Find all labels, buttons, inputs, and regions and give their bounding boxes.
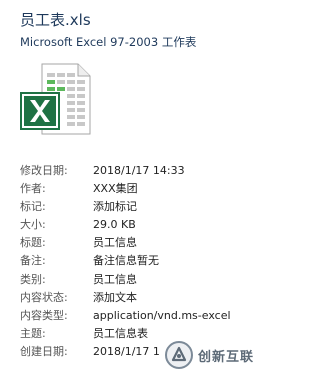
property-label: 主题: — [20, 326, 46, 340]
file-type: Microsoft Excel 97-2003 工作表 — [20, 35, 197, 49]
file-details-pane: 员工表.xls Microsoft Excel 97-2003 工作表 修改日期… — [0, 0, 262, 374]
watermark: 创新互联 — [164, 340, 260, 370]
property-value: 29.0 KB — [93, 218, 136, 232]
property-label: 标记: — [20, 200, 46, 214]
property-label: 大小: — [20, 218, 46, 232]
property-title[interactable]: 标题: 员工信息 — [20, 234, 262, 252]
property-comments[interactable]: 备注: 备注信息暂无 — [20, 252, 262, 270]
property-tags[interactable]: 标记: 添加标记 — [20, 198, 262, 216]
property-value[interactable]: 员工信息 — [93, 271, 137, 289]
property-label: 创建日期: — [20, 344, 68, 358]
property-value[interactable]: 员工信息表 — [93, 325, 148, 343]
property-content-type: 内容类型: application/vnd.ms-excel — [20, 307, 262, 325]
property-value[interactable]: XXX集团 — [93, 180, 138, 198]
property-value[interactable]: 添加文本 — [93, 289, 137, 307]
excel-file-icon — [20, 63, 92, 139]
property-category[interactable]: 类别: 员工信息 — [20, 271, 262, 289]
property-author[interactable]: 作者: XXX集团 — [20, 180, 262, 198]
property-label: 内容类型: — [20, 308, 68, 322]
properties-list: 修改日期: 2018/1/17 14:33 作者: XXX集团 标记: 添加标记… — [20, 162, 262, 361]
property-size: 大小: 29.0 KB — [20, 216, 262, 234]
property-value: application/vnd.ms-excel — [93, 308, 231, 322]
property-value[interactable]: 备注信息暂无 — [93, 252, 159, 270]
property-label: 备注: — [20, 254, 46, 268]
property-label: 修改日期: — [20, 164, 68, 177]
property-label: 标题: — [20, 236, 46, 250]
property-value: 2018/1/17 1 — [93, 344, 160, 358]
property-content-status[interactable]: 内容状态: 添加文本 — [20, 289, 262, 307]
property-modified-date: 修改日期: 2018/1/17 14:33 — [20, 162, 262, 180]
file-name: 员工表.xls — [20, 11, 91, 29]
property-label: 作者: — [20, 182, 46, 196]
property-value: 2018/1/17 14:33 — [93, 164, 185, 177]
property-label: 类别: — [20, 272, 46, 286]
brand-logo-icon — [164, 340, 194, 370]
property-label: 内容状态: — [20, 290, 68, 304]
property-value[interactable]: 添加标记 — [93, 198, 137, 216]
property-value[interactable]: 员工信息 — [93, 234, 137, 252]
watermark-text: 创新互联 — [198, 350, 255, 365]
